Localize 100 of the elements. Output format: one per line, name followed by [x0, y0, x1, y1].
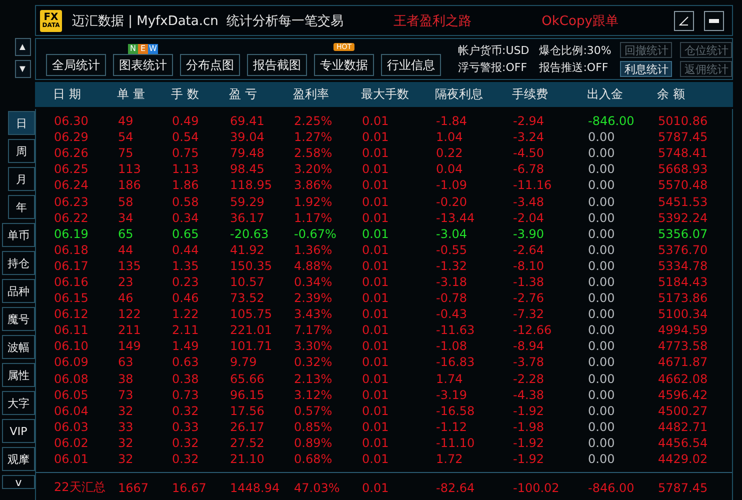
toolbar-button[interactable]: 全局统计	[46, 54, 106, 76]
table-cell-text: 0.73	[172, 388, 200, 402]
table-cell-text: 0.01	[362, 339, 390, 354]
toolbar-button[interactable]: 行业信息	[381, 54, 441, 76]
table-cell-text: 54	[118, 130, 134, 144]
table-cell-text: 0.32	[172, 404, 200, 418]
minimize-button[interactable]	[704, 10, 724, 30]
side-tab[interactable]: 持仓	[2, 251, 35, 275]
table-cell-text: 0.75	[172, 146, 200, 160]
stats-button[interactable]: 回撤统计	[620, 42, 672, 58]
table-cell-text: 1.27%	[294, 130, 334, 144]
table-cell-text: -1.12	[436, 420, 468, 434]
table-cell-text: 0.01	[362, 226, 390, 241]
table-cell-text: -4.50	[513, 146, 546, 160]
table-cell-text: 9.79	[230, 355, 258, 370]
side-tab[interactable]: 日	[8, 111, 35, 135]
stats-button[interactable]: 利息统计	[620, 60, 672, 76]
table-cell-text: 0.33	[172, 420, 200, 434]
table-cell-text: 0.00	[588, 210, 616, 225]
table-cell-text: -1.08	[436, 339, 468, 354]
column-header: 出入金	[587, 86, 624, 103]
table-cell-text: 1.74	[436, 372, 464, 386]
side-tab[interactable]: VIP	[2, 419, 35, 443]
table-cell-text: 5356.07	[658, 226, 709, 241]
table-cell-text: 0.01	[362, 355, 390, 370]
table-cell-text: 17.56	[230, 404, 266, 418]
table-cell-text: 4596.42	[658, 388, 709, 402]
table-cell-text: 0.58	[172, 194, 200, 209]
column-header: 盈 亏	[229, 86, 258, 103]
toolbar-button[interactable]: 图表统计	[113, 54, 173, 76]
table-cell-text: 1.13	[172, 162, 200, 176]
table-cell-text: -3.19	[436, 388, 468, 402]
table-cell-text: 122	[118, 307, 142, 322]
table-cell-text: 4482.71	[658, 420, 709, 434]
side-tab[interactable]: v	[2, 475, 35, 489]
side-tab[interactable]: 魔号	[2, 307, 35, 331]
table-cell-text: -13.44	[436, 210, 476, 225]
slogan: 王者盈利之路	[394, 12, 472, 30]
table-cell-text: 46	[118, 291, 134, 306]
table-cell-text: -4.38	[513, 388, 546, 402]
side-tab[interactable]: 周	[8, 139, 35, 163]
minimize-icon	[709, 18, 720, 22]
table-cell-text: 0.00	[588, 130, 616, 144]
side-tab[interactable]: 大字	[2, 391, 35, 415]
toolbar-button[interactable]: 报告截图	[247, 54, 307, 76]
total-cell-text: 0.01	[362, 480, 390, 495]
table-cell-text: -11.10	[436, 436, 476, 450]
table-cell-text: 75	[118, 146, 134, 160]
total-cell-text: 22天汇总	[54, 479, 106, 496]
scroll-arrow-button[interactable]: ▼	[14, 60, 30, 78]
table-cell-text: -11.63	[436, 323, 476, 338]
table-cell-text: -3.78	[513, 355, 546, 370]
table-cell-text: 0.00	[588, 404, 616, 418]
table-cell-text: 44	[118, 242, 134, 257]
table-cell-text: 06.15	[54, 291, 90, 306]
table-cell-text: 0.01	[362, 291, 390, 306]
table-cell-text: 06.02	[54, 436, 90, 450]
resize-button[interactable]	[674, 10, 694, 30]
table-cell-text: 5010.86	[658, 114, 709, 128]
table-cell-text: 0.01	[362, 274, 390, 289]
table-cell-text: 06.25	[54, 162, 90, 176]
side-tab[interactable]: 品种	[2, 279, 35, 303]
table-cell-text: 0.01	[362, 452, 390, 466]
table-cell-text: 06.08	[54, 372, 90, 386]
table-cell-text: 0.00	[588, 339, 616, 354]
total-cell-text: 5787.45	[658, 480, 709, 495]
side-tab[interactable]: 观摩	[2, 447, 35, 471]
table-cell-text: 113	[118, 162, 142, 176]
table-cell-text: 06.09	[54, 355, 90, 370]
stats-button[interactable]: 返佣统计	[680, 60, 732, 76]
table-cell-text: -846.00	[588, 114, 636, 128]
table-cell-text: 0.01	[362, 114, 390, 128]
side-tab[interactable]: 月	[8, 167, 35, 191]
table-cell-text: 23	[118, 274, 134, 289]
table-cell-text: 0.00	[588, 258, 616, 273]
stats-button[interactable]: 仓位统计	[680, 42, 732, 58]
table-cell-text: -2.76	[513, 291, 546, 306]
side-tab[interactable]: 年	[8, 195, 35, 219]
table-cell-text: -20.63	[230, 226, 270, 241]
table-cell-text: 0.23	[172, 274, 200, 289]
table-cell-text: 06.30	[54, 114, 90, 128]
table-cell-text: 3.86%	[294, 178, 334, 192]
total-cell-text: -846.00	[588, 480, 636, 495]
column-header: 手续费	[512, 86, 549, 103]
table-cell-text: 4500.27	[658, 404, 709, 418]
table-cell-text: -1.92	[513, 404, 546, 418]
new-badge: E	[138, 44, 148, 54]
table-cell-text: -16.58	[436, 404, 476, 418]
side-tab[interactable]: 属性	[2, 363, 35, 387]
table-cell-text: -8.94	[513, 339, 546, 354]
side-tab[interactable]: 单币	[2, 223, 35, 247]
table-cell-text: -2.28	[513, 372, 546, 386]
toolbar-button[interactable]: 分布点图	[180, 54, 240, 76]
table-cell-text: 118.95	[230, 178, 273, 192]
side-tab[interactable]: 波幅	[2, 335, 35, 359]
table-cell-text: 150.35	[230, 258, 273, 273]
table-cell-text: 2.58%	[294, 146, 334, 160]
table-cell-text: 0.34%	[294, 274, 334, 289]
toolbar-button[interactable]: 专业数据	[314, 54, 374, 76]
scroll-arrow-button[interactable]: ▲	[14, 38, 30, 56]
